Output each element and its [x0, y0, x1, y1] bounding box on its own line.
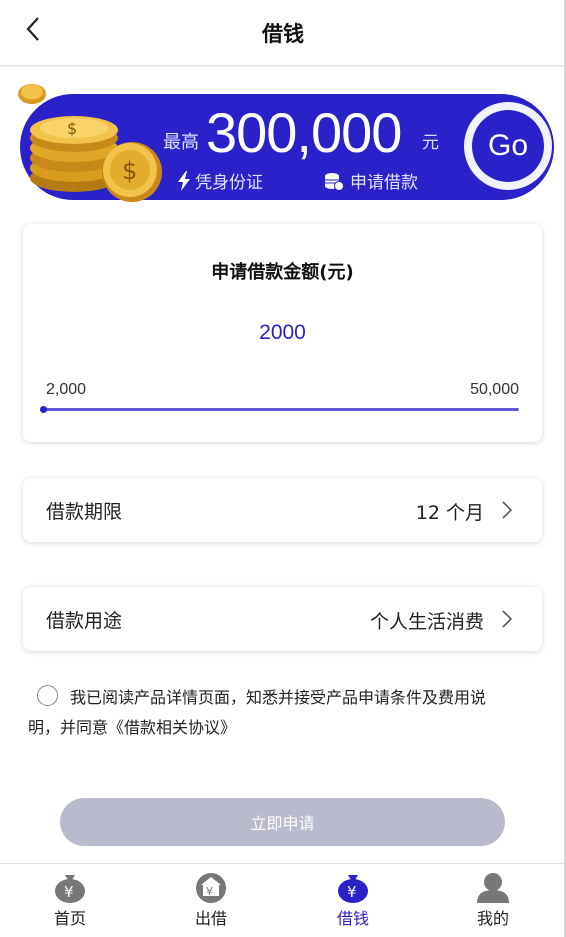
slider-min-label: 2,000 [46, 381, 87, 398]
loan-purpose-row[interactable]: 借款用途 个人生活消费 [23, 587, 542, 651]
go-button-label: Go [472, 110, 544, 182]
house-yen-icon: ¥ [196, 873, 226, 903]
loan-purpose-value: 个人生活消费 [369, 611, 484, 633]
promo-banner: $ $ 最高 300,000 元 凭身份证 申请借款 Go [18, 84, 554, 202]
loan-purpose-label: 借款用途 [46, 610, 123, 632]
amount-slider-track[interactable] [43, 408, 519, 411]
lightning-icon [178, 170, 190, 191]
bottom-tab-bar: ¥ 首页 ¥ 出借 ¥ 借钱 我的 [0, 863, 566, 937]
go-button[interactable]: Go [464, 102, 552, 190]
tab-mine[interactable]: 我的 [443, 871, 543, 935]
svg-text:¥: ¥ [64, 883, 74, 901]
loan-term-label: 借款期限 [46, 501, 123, 523]
svg-text:¥: ¥ [206, 885, 213, 898]
loan-amount-card: 申请借款金额(元) 2000 2,000 50,000 [23, 224, 542, 442]
tab-label: 首页 [53, 909, 86, 928]
svg-text:$: $ [67, 119, 77, 138]
top-navbar: 借钱 [0, 0, 566, 66]
banner-tag-label: 凭身份证 [195, 173, 263, 193]
tab-label: 出借 [194, 909, 227, 928]
tab-home[interactable]: ¥ 首页 [20, 871, 120, 935]
main-content: $ $ 最高 300,000 元 凭身份证 申请借款 Go 申请借款金额(元) … [0, 67, 566, 863]
banner-prefix: 最高 [163, 132, 199, 153]
money-bag-icon: ¥ [338, 875, 368, 903]
loan-term-value: 12 个月 [415, 502, 484, 524]
loan-term-row[interactable]: 借款期限 12 个月 [23, 478, 542, 542]
agreement-radio[interactable] [37, 685, 58, 706]
loan-amount-value: 2000 [259, 321, 306, 344]
agreement-text-line1: 我已阅读产品详情页面，知悉并接受产品申请条件及费用说 [70, 688, 487, 707]
agreement-text-line2[interactable]: 明，并同意《借款相关协议》 [28, 714, 236, 738]
svg-text:$: $ [122, 157, 137, 185]
svg-text:¥: ¥ [347, 883, 357, 901]
slider-max-label: 50,000 [470, 381, 519, 398]
user-icon [477, 873, 509, 903]
chevron-right-icon [502, 501, 513, 519]
tab-borrow[interactable]: ¥ 借钱 [303, 871, 403, 935]
amount-slider-handle[interactable] [40, 406, 47, 413]
tab-label: 我的 [476, 909, 509, 928]
chevron-right-icon [502, 610, 513, 628]
banner-max-amount: 300,000 [206, 101, 402, 164]
banner-unit: 元 [422, 133, 439, 153]
page-title: 借钱 [262, 22, 304, 46]
coin-stack-icon [325, 172, 344, 191]
banner-tag-id-card: 凭身份证 [178, 168, 263, 193]
money-bag-icon: ¥ [55, 875, 85, 903]
loan-amount-title: 申请借款金额(元) [211, 262, 354, 283]
banner-tag-apply: 申请借款 [324, 168, 418, 193]
tab-lend[interactable]: ¥ 出借 [161, 871, 261, 935]
gold-coins-icon: $ $ [18, 84, 162, 202]
apply-now-button[interactable]: 立即申请 [60, 798, 505, 846]
tab-label: 借钱 [336, 909, 369, 928]
banner-tag-label: 申请借款 [350, 173, 418, 193]
